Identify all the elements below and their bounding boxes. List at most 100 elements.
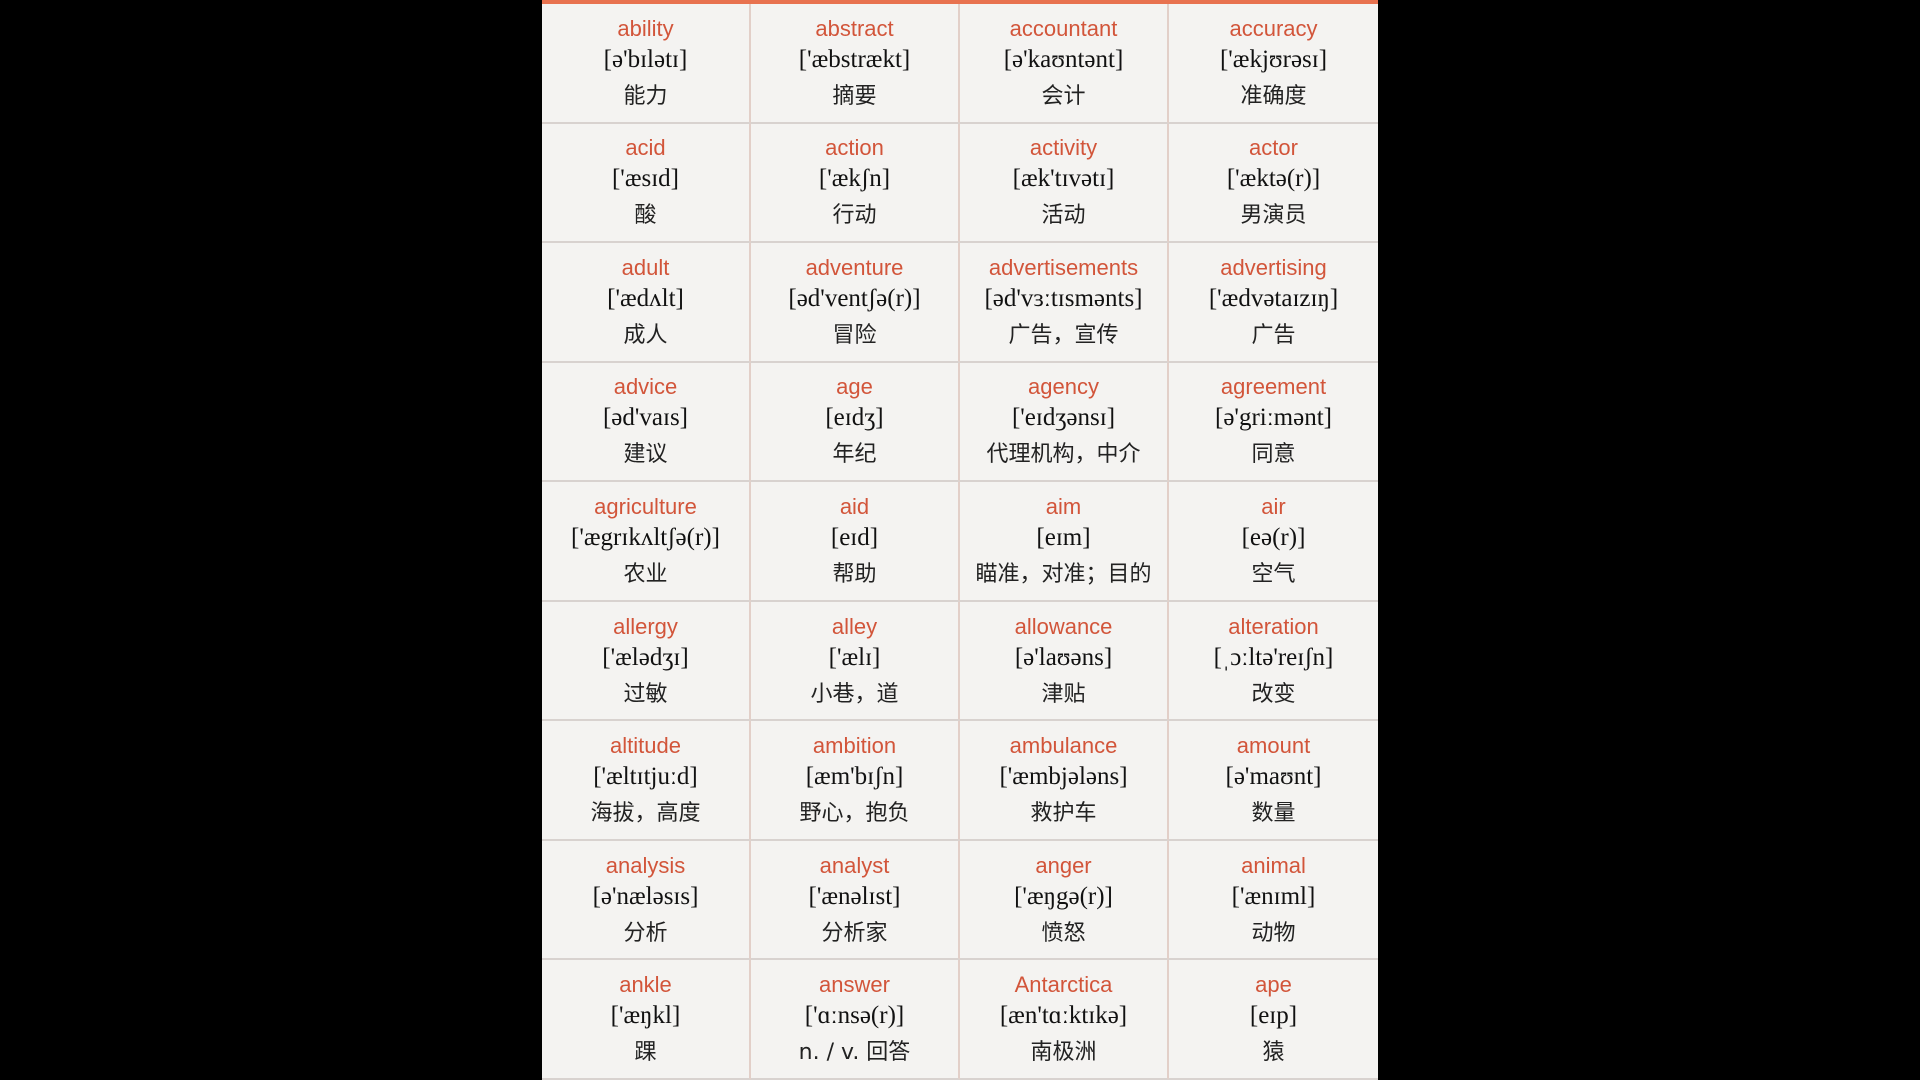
translation: 酸 [634,203,657,229]
vocab-entry: acid ['æsɪd] 酸 [542,123,751,244]
word: advertising [1220,254,1327,280]
phonetic: [eə(r)] [1241,523,1306,551]
vocab-entry: agency ['eɪdʒənsɪ] 代理机构，中介 [960,362,1169,483]
vocab-entry: anger ['æŋgə(r)] 愤怒 [960,840,1169,961]
vocab-entry: advertisements [əd'vɜːtɪsmənts] 广告，宣传 [960,243,1169,363]
phonetic: ['æbstrækt] [798,45,911,73]
translation: 南极洲 [1030,1040,1097,1066]
vocab-entry: activity [æk'tɪvətɪ] 活动 [960,123,1169,244]
word: accuracy [1229,15,1318,41]
phonetic: ['ælɪ] [828,643,881,671]
vocab-entry: answer ['ɑːnsə(r)] n. / v. 回答 [751,960,960,1080]
translation: 同意 [1251,442,1296,468]
translation: 数量 [1251,801,1296,827]
phonetic: ['ælədʒɪ] [602,643,689,671]
translation: 瞄准，对准；目的 [975,561,1152,587]
word: ambulance [1009,733,1118,759]
vocab-entry: adult ['ædʌlt] 成人 [542,243,751,363]
word: agreement [1220,374,1327,400]
phonetic: ['ægrɪkʌltʃə(r)] [571,523,720,551]
phonetic: [ˌɔːltə'reɪʃn] [1213,643,1334,671]
word: anger [1035,852,1092,878]
phonetic: ['ænəlɪst] [808,882,901,910]
word: allowance [1014,613,1113,639]
translation: 建议 [623,442,668,468]
word: answer [819,972,890,998]
vocab-entry: accuracy ['ækjʊrəsɪ] 准确度 [1169,4,1378,124]
vocab-entry: adventure [əd'ventʃə(r)] 冒险 [751,243,960,363]
translation: 年纪 [832,442,877,468]
vocab-entry: accountant [ə'kaʊntənt] 会计 [960,4,1169,124]
word: agency [1028,374,1099,400]
word: advice [613,374,678,400]
word: agriculture [594,493,697,519]
phonetic: [eɪp] [1249,1002,1298,1030]
translation: 农业 [623,561,668,587]
phonetic: ['ækʃn] [818,165,891,193]
translation: 过敏 [623,681,668,707]
translation: 能力 [623,83,668,109]
phonetic: [ə'kaʊntənt] [1003,45,1124,73]
vocab-entry: action ['ækʃn] 行动 [751,123,960,244]
vocabulary-grid: ability [ə'bɪlətɪ] 能力 abstract ['æbstrækt] 摘要… [542,4,1378,1080]
word: alley [831,613,878,639]
vocab-entry: advertising ['ædvətaɪzɪŋ] 广告 [1169,243,1378,363]
translation: 准确度 [1240,83,1307,109]
vocab-entry: aid [eɪd] 帮助 [751,482,960,602]
phonetic: ['ædʌlt] [607,284,684,312]
phonetic: ['ækjʊrəsɪ] [1219,45,1328,73]
phonetic: ['æmbjələns] [999,763,1128,791]
word: advertisements [988,254,1139,280]
translation: 冒险 [832,322,877,348]
phonetic: ['æsɪd] [611,165,679,193]
word: analysis [605,852,686,878]
translation: 改变 [1251,681,1296,707]
phonetic: [æk'tɪvətɪ] [1012,165,1115,193]
vocab-entry: alteration [ˌɔːltə'reɪʃn] 改变 [1169,602,1378,722]
vocab-entry: aim [eɪm] 瞄准，对准；目的 [960,482,1169,602]
phonetic: [eɪd] [830,523,879,551]
phonetic: [ə'næləsɪs] [592,882,699,910]
phonetic: [ə'maʊnt] [1225,763,1322,791]
translation: 猿 [1262,1040,1285,1066]
phonetic: [eɪm] [1036,523,1091,551]
phonetic: [æn'tɑːktɪkə] [999,1002,1128,1030]
phonetic: ['æŋkl] [610,1002,681,1030]
phonetic: ['ædvətaɪzɪŋ] [1208,284,1339,312]
phonetic: [eɪdʒ] [825,404,884,432]
phonetic: [ə'laʊəns] [1014,643,1113,671]
phonetic: ['eɪdʒənsɪ] [1011,404,1116,432]
vocab-entry: agreement [ə'griːmənt] 同意 [1169,363,1378,483]
translation: 广告，宣传 [1008,322,1119,348]
word: ape [1255,972,1292,998]
word: ambition [812,733,897,759]
translation: 海拔，高度 [590,801,701,827]
translation: 摘要 [832,83,877,109]
word: actor [1249,135,1298,161]
word: adventure [805,254,904,280]
word: acid [625,135,666,161]
translation: 救护车 [1030,801,1097,827]
word: altitude [610,733,681,759]
translation: 成人 [623,322,668,348]
vocab-entry: allergy ['ælədʒɪ] 过敏 [542,601,751,722]
translation: 分析 [623,920,668,946]
word: age [836,374,873,400]
vocab-entry: amount [ə'maʊnt] 数量 [1169,721,1378,841]
vocab-entry: analyst ['ænəlɪst] 分析家 [751,840,960,961]
word: animal [1241,852,1306,878]
word: ankle [619,972,672,998]
word: aid [839,493,870,519]
vocab-entry: allowance [ə'laʊəns] 津贴 [960,601,1169,722]
translation: 小巷，道 [810,681,899,707]
word: adult [621,254,670,280]
vocab-entry: ankle ['æŋkl] 踝 [542,960,751,1080]
phonetic: [æm'bɪʃn] [805,763,904,791]
word: alteration [1228,613,1319,639]
vocab-entry: ability [ə'bɪlətɪ] 能力 [542,4,751,124]
word: aim [1045,493,1082,519]
vocab-entry: ambulance ['æmbjələns] 救护车 [960,721,1169,841]
vocab-entry: air [eə(r)] 空气 [1169,482,1378,602]
word: abstract [815,15,894,41]
translation: 空气 [1251,561,1296,587]
